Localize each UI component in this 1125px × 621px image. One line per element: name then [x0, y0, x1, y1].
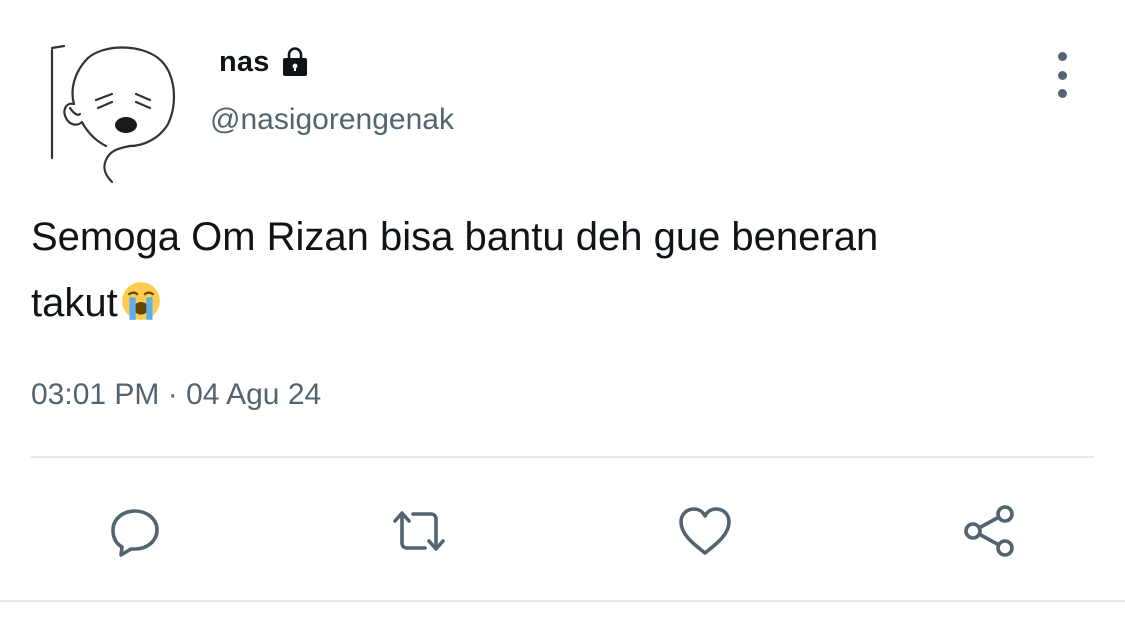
divider	[31, 456, 1094, 458]
lock-icon	[282, 47, 307, 76]
reply-button[interactable]	[100, 496, 170, 566]
avatar-face-image	[50, 44, 175, 184]
heart-icon	[679, 507, 731, 555]
user-handle[interactable]: @nasigorengenak	[210, 103, 454, 137]
share-icon	[964, 505, 1014, 557]
like-button[interactable]	[670, 496, 740, 566]
retweet-icon	[393, 511, 445, 551]
tweet-text-line-1: Semoga Om Rizan bisa bantu deh gue bener…	[31, 215, 879, 259]
avatar[interactable]	[40, 28, 190, 186]
loudly-crying-face-icon	[121, 282, 160, 320]
divider-bottom	[0, 600, 1125, 602]
retweet-button[interactable]	[384, 496, 454, 566]
tweet-text: Semoga Om Rizan bisa bantu deh gue bener…	[31, 204, 1081, 336]
tweet-card: nas @nasigorengenak Semoga Om Rizan bisa…	[0, 0, 1125, 621]
tweet-text-line-2: takut	[31, 270, 1081, 336]
share-button[interactable]	[955, 496, 1025, 566]
display-name[interactable]: nas	[219, 46, 270, 79]
tweet-text-line-2-words: takut	[31, 281, 118, 325]
tweet-actions-bar	[0, 496, 1125, 566]
display-name-row: nas	[219, 44, 312, 80]
tweet-timestamp[interactable]: 03:01 PM · 04 Agu 24	[31, 378, 321, 412]
reply-icon	[111, 509, 159, 557]
more-vertical-icon	[1057, 52, 1067, 61]
more-options-button[interactable]	[1042, 52, 1082, 98]
